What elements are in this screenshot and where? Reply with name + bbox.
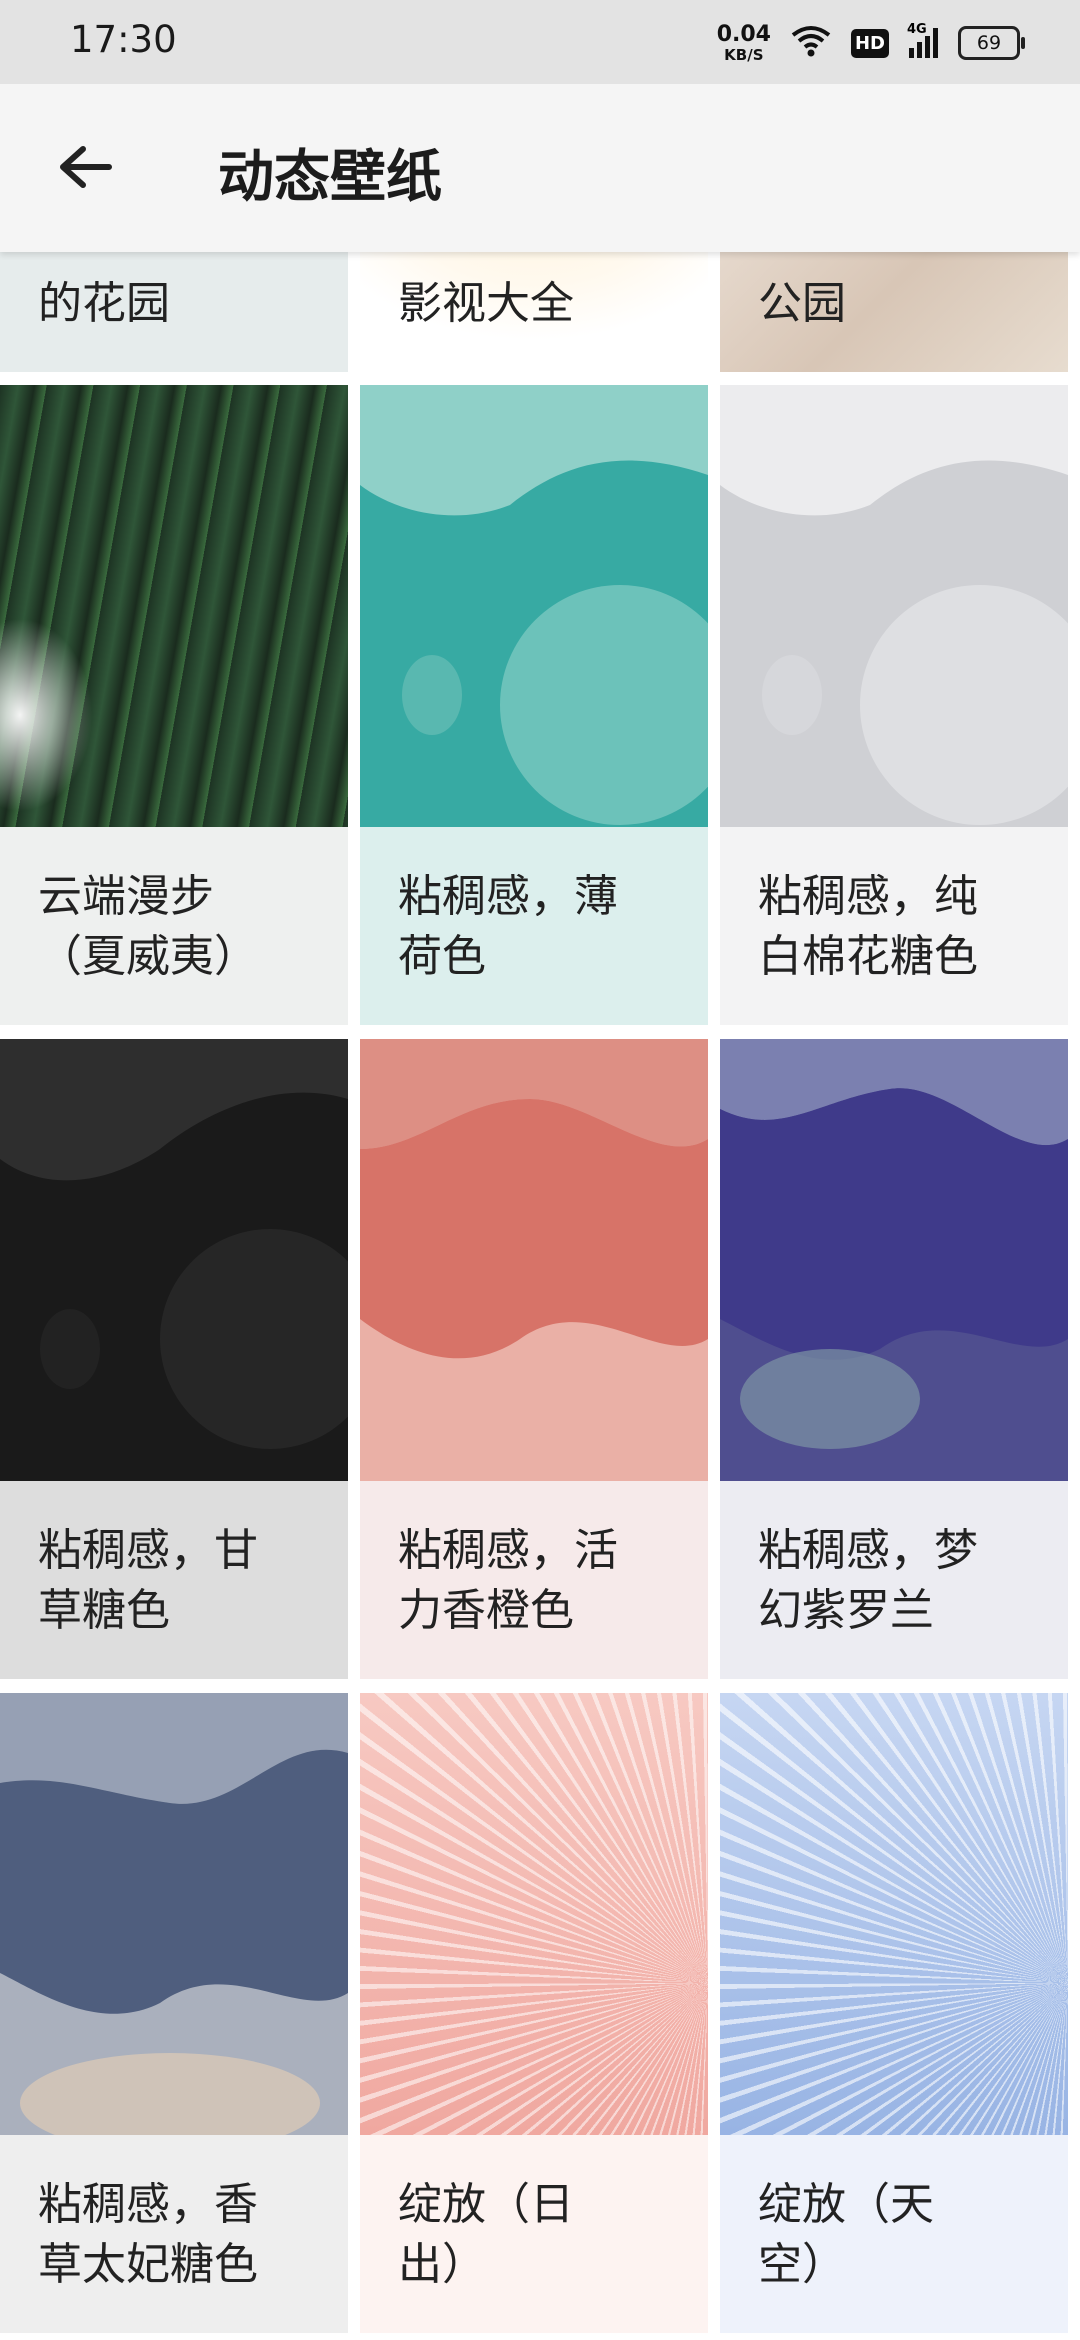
wallpaper-label: 绽放（天 空） — [720, 2175, 1068, 2295]
app-bar: 动态壁纸 — [0, 84, 1080, 252]
wallpaper-label-line: 的花园 — [38, 278, 170, 329]
wallpaper-thumbnail — [0, 1693, 348, 2135]
hd-icon: HD — [850, 28, 889, 58]
wallpaper-label-line: 云端漫步 — [38, 871, 214, 922]
wallpaper-label-line: （夏威夷） — [38, 931, 258, 982]
wallpaper-thumbnail — [360, 1693, 708, 2135]
wallpaper-tile[interactable]: 粘稠感，梦 幻紫罗兰 — [720, 1039, 1068, 1679]
wallpaper-label-line: 绽放（天 — [758, 2179, 934, 2230]
wallpaper-label-line: 公园 — [758, 278, 846, 329]
network-type: 4G — [907, 22, 927, 37]
wallpaper-tile[interactable]: 粘稠感，纯 白棉花糖色 — [720, 385, 1068, 1025]
wallpaper-label-line: 草太妃糖色 — [38, 2239, 258, 2290]
wallpaper-label: 公园 — [720, 274, 1068, 334]
wallpaper-tile[interactable]: 粘稠感，甘 草糖色 — [0, 1039, 348, 1679]
wallpaper-label-line: 空） — [758, 2239, 846, 2290]
wallpaper-label-line: 粘稠感，活 — [398, 1525, 618, 1576]
wallpaper-tile[interactable]: 粘稠感，香 草太妃糖色 — [0, 1693, 348, 2333]
wallpaper-label-line: 绽放（日 — [398, 2179, 574, 2230]
wallpaper-label: 粘稠感，甘 草糖色 — [0, 1521, 348, 1641]
wallpaper-thumbnail — [720, 1039, 1068, 1481]
wallpaper-label-line: 出） — [398, 2239, 486, 2290]
wallpaper-thumbnail — [0, 385, 348, 827]
wallpaper-label-line: 荷色 — [398, 931, 486, 982]
wallpaper-tile[interactable]: 绽放（日 出） — [360, 1693, 708, 2333]
wallpaper-label-line: 白棉花糖色 — [758, 931, 978, 982]
wallpaper-label-line: 粘稠感，薄 — [398, 871, 618, 922]
wallpaper-label: 粘稠感，薄 荷色 — [360, 867, 708, 987]
wallpaper-thumbnail — [720, 1693, 1068, 2135]
back-button[interactable] — [40, 124, 130, 214]
wallpaper-label-line: 粘稠感，纯 — [758, 871, 978, 922]
wallpaper-tile[interactable]: 绽放（天 空） — [720, 1693, 1068, 2333]
wallpaper-label-line: 粘稠感，梦 — [758, 1525, 978, 1576]
signal-icon: 4G — [907, 22, 938, 58]
battery-level: 69 — [976, 32, 1002, 54]
page-title: 动态壁纸 — [218, 145, 442, 210]
wallpaper-label-line: 粘稠感，甘 — [38, 1525, 258, 1576]
wallpaper-label: 绽放（日 出） — [360, 2175, 708, 2295]
wallpaper-thumbnail — [360, 1039, 708, 1481]
wallpaper-label: 粘稠感，纯 白棉花糖色 — [720, 867, 1068, 987]
wallpaper-tile[interactable]: 粘稠感，活 力香橙色 — [360, 1039, 708, 1679]
wallpaper-label-line: 影视大全 — [398, 278, 574, 329]
network-speed-value: 0.04 — [716, 21, 771, 47]
wallpaper-label-line: 粘稠感，香 — [38, 2179, 258, 2230]
wallpaper-tile[interactable]: 粘稠感，薄 荷色 — [360, 385, 708, 1025]
wallpaper-tile[interactable]: 云端漫步 （夏威夷） — [0, 385, 348, 1025]
wallpaper-thumbnail — [0, 1039, 348, 1481]
wallpaper-label-line: 力香橙色 — [398, 1585, 574, 1636]
battery-icon: 69 — [958, 26, 1025, 60]
wallpaper-label: 影视大全 — [360, 274, 708, 334]
wallpaper-label-line: 幻紫罗兰 — [758, 1585, 934, 1636]
status-time: 17:30 — [70, 18, 177, 61]
wifi-icon — [791, 25, 831, 61]
wallpaper-label-line: 草糖色 — [38, 1585, 170, 1636]
network-speed-unit: KB/S — [724, 45, 764, 64]
wallpaper-thumbnail — [360, 385, 708, 827]
status-bar: 17:30 0.04 KB/S HD 4G 69 — [0, 0, 1080, 84]
wallpaper-label: 粘稠感，活 力香橙色 — [360, 1521, 708, 1641]
wallpaper-label: 粘稠感，香 草太妃糖色 — [0, 2175, 348, 2295]
status-icons: 0.04 KB/S HD 4G 69 — [716, 20, 1025, 66]
wallpaper-thumbnail — [720, 385, 1068, 827]
wallpaper-label: 云端漫步 （夏威夷） — [0, 867, 348, 987]
wallpaper-label: 粘稠感，梦 幻紫罗兰 — [720, 1521, 1068, 1641]
back-arrow-icon — [57, 143, 113, 195]
wallpaper-grid: 的花园 影视大全 公园 云端漫步 （夏威夷） 粘稠感，薄 荷色 粘稠感，纯 白棉… — [0, 0, 1080, 2340]
network-speed: 0.04 KB/S — [716, 21, 771, 64]
wallpaper-label: 的花园 — [0, 274, 348, 334]
